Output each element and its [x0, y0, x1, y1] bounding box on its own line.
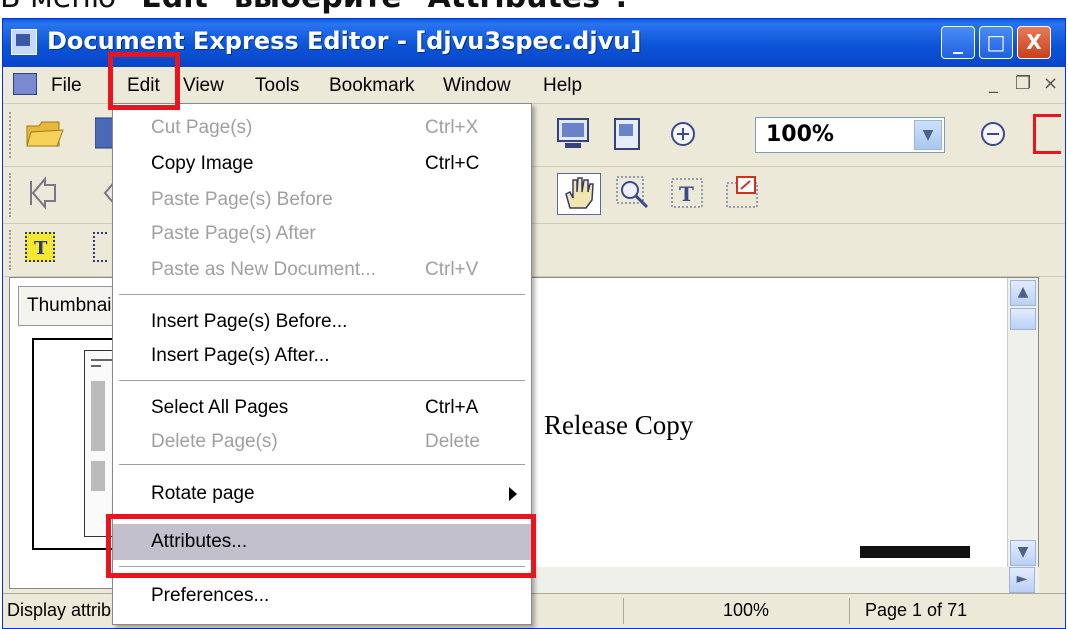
attributes-item-highlight: [106, 514, 536, 578]
menu-separator: [119, 380, 525, 381]
status-page: Page 1 of 71: [865, 600, 968, 620]
menu-item-shortcut: Ctrl+C: [425, 153, 480, 174]
open-folder-icon[interactable]: [25, 116, 64, 152]
window-title: Document Express Editor - [djvu3spec.djv…: [47, 27, 642, 55]
region-select-icon[interactable]: [725, 175, 761, 211]
menu-item-label: Copy Image: [151, 153, 254, 174]
menu-item-select-all[interactable]: Select All Pages Ctrl+A: [113, 390, 531, 426]
instruction-caption: В меню "Edit" выберите "Attributes".: [0, 0, 1068, 18]
toolbar-grip-2[interactable]: [9, 173, 15, 217]
svg-text:T: T: [679, 182, 694, 206]
caption-quote-open: ": [126, 0, 142, 15]
menu-item-paste-after[interactable]: Paste Page(s) After: [113, 216, 531, 252]
single-page-icon[interactable]: [609, 116, 645, 152]
menu-file[interactable]: File: [51, 75, 82, 97]
scroll-thumb[interactable]: [1010, 308, 1036, 330]
toolbar-grip[interactable]: [9, 112, 15, 158]
page-view-icon[interactable]: [555, 116, 591, 152]
text-select-icon[interactable]: T: [669, 175, 705, 211]
scroll-up-button[interactable]: ▲: [1010, 280, 1036, 306]
status-separator: [623, 598, 624, 624]
annotation-tool-icon[interactable]: [93, 232, 107, 262]
caption-menu-name: Edit: [141, 0, 208, 15]
text-annotation-icon[interactable]: T: [25, 232, 55, 262]
menu-help[interactable]: Help: [543, 75, 582, 97]
menu-item-paste-new-document[interactable]: Paste as New Document... Ctrl+V: [113, 252, 531, 288]
vertical-scrollbar[interactable]: ▲ ▼: [1007, 278, 1038, 590]
menu-item-shortcut: Ctrl+A: [425, 397, 479, 418]
menu-item-copy-image[interactable]: Copy Image Ctrl+C: [113, 146, 531, 182]
menu-item-label: Preferences...: [151, 585, 270, 606]
menu-item-preferences[interactable]: Preferences...: [113, 578, 531, 614]
menu-tools[interactable]: Tools: [255, 75, 299, 97]
menu-item-delete-pages[interactable]: Delete Page(s) Delete: [113, 424, 531, 460]
fit-page-icon[interactable]: [1033, 114, 1061, 154]
menu-bookmark[interactable]: Bookmark: [329, 75, 415, 97]
toolbar-grip-3[interactable]: [9, 230, 15, 270]
status-separator-2: [849, 598, 850, 624]
menu-window[interactable]: Window: [443, 75, 511, 97]
menu-separator: [119, 464, 525, 465]
menu-item-paste-before[interactable]: Paste Page(s) Before: [113, 182, 531, 218]
app-icon[interactable]: [11, 29, 37, 55]
zoom-combobox[interactable]: 100% ▼: [755, 117, 945, 153]
menu-item-shortcut: Ctrl+X: [425, 117, 479, 138]
zoom-in-icon[interactable]: [667, 118, 703, 154]
caption-prefix: В меню: [0, 0, 126, 15]
status-zoom: 100%: [723, 600, 770, 620]
scroll-right-button[interactable]: ►: [1009, 567, 1035, 593]
menu-item-label: Paste Page(s) Before: [151, 189, 333, 210]
mdi-minimize-button[interactable]: _: [989, 73, 998, 94]
submenu-arrow-icon: [509, 487, 517, 501]
close-button[interactable]: X: [1017, 26, 1051, 59]
menu-item-shortcut: Ctrl+V: [425, 259, 479, 280]
menu-item-label: Rotate page: [151, 483, 255, 504]
document-text: Release Copy: [544, 410, 694, 440]
menu-separator: [119, 294, 525, 295]
menu-item-cut-pages[interactable]: Cut Page(s) Ctrl+X: [113, 110, 531, 146]
svg-text:T: T: [34, 238, 48, 259]
zoom-value: 100%: [766, 122, 834, 147]
minimize-button[interactable]: _: [941, 26, 975, 59]
menu-item-label: Insert Page(s) Before...: [151, 311, 348, 332]
menu-item-label: Paste Page(s) After: [151, 223, 316, 244]
menu-item-rotate-page[interactable]: Rotate page: [113, 476, 531, 512]
edit-menu-highlight: [108, 52, 180, 110]
zoom-out-icon[interactable]: [977, 118, 1013, 154]
first-page-icon[interactable]: [25, 175, 61, 211]
menu-item-insert-before[interactable]: Insert Page(s) Before...: [113, 304, 531, 340]
menu-item-label: Delete Page(s): [151, 431, 278, 452]
menu-item-label: Insert Page(s) After...: [151, 345, 330, 366]
maximize-button[interactable]: □: [979, 26, 1013, 59]
scroll-down-button[interactable]: ▼: [1010, 540, 1036, 566]
menu-item-shortcut: Delete: [425, 431, 480, 452]
caption-quote-close: ".: [600, 0, 627, 15]
mdi-restore-button[interactable]: ❐: [1015, 73, 1031, 94]
menu-item-insert-after[interactable]: Insert Page(s) After...: [113, 338, 531, 374]
menu-item-label: Cut Page(s): [151, 117, 253, 138]
caption-item-name: Attributes: [428, 0, 600, 15]
mdi-close-button[interactable]: ×: [1043, 73, 1058, 94]
menu-view[interactable]: View: [183, 75, 224, 97]
zoom-tool-icon[interactable]: [615, 175, 651, 211]
caption-middle: " выберите ": [208, 0, 428, 15]
document-icon[interactable]: [13, 73, 37, 95]
chevron-down-icon[interactable]: ▼: [914, 120, 942, 150]
menu-item-label: Paste as New Document...: [151, 259, 376, 280]
document-heading-fragment: [860, 546, 970, 558]
menu-item-label: Select All Pages: [151, 397, 289, 418]
hand-tool-icon[interactable]: [557, 173, 601, 215]
